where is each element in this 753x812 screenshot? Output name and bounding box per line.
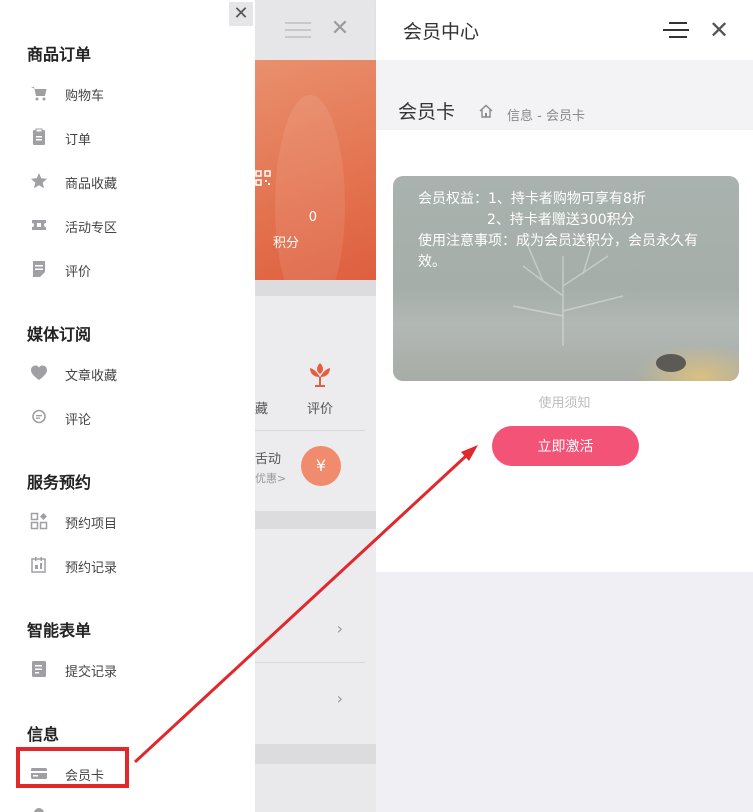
section-title-forms: 智能表单 [27, 621, 92, 640]
sidebar-item-activities[interactable]: 活动专区 [28, 214, 228, 238]
sidebar-item-label: 预约项目 [65, 517, 118, 532]
sidebar-item-partial[interactable] [28, 804, 228, 812]
sidebar-item-label: 预约记录 [65, 561, 118, 576]
sidebar-item-label: 评价 [65, 265, 92, 280]
section-title-info: 信息 [27, 725, 60, 744]
qr-code-icon[interactable] [255, 170, 271, 190]
sidebar-item-booking-records[interactable]: 预约记录 [28, 554, 228, 578]
item-icon [30, 806, 48, 812]
sidebar-item-label: 活动专区 [65, 221, 118, 236]
coupon-icon[interactable]: ¥ [301, 446, 341, 486]
activity-subtitle[interactable]: 优惠> [255, 470, 286, 486]
sidebar-item-booking-projects[interactable]: 预约项目 [28, 510, 228, 534]
sidebar-item-submissions[interactable]: 提交记录 [28, 658, 228, 682]
points-label: 积分 [272, 236, 299, 251]
ticket-icon [30, 216, 48, 234]
section-gap [255, 744, 376, 764]
sidebar-item-label: 购物车 [65, 89, 105, 104]
member-shortcuts: 藏 评价 舌动 优惠> ¥ [255, 296, 376, 511]
sidebar-item-label: 提交记录 [65, 665, 118, 680]
card-benefits-text: 会员权益：1、持卡者购物可享有8折 2、持卡者赠送300积分 使用注意事项：成为… [418, 189, 698, 273]
section-gap [255, 511, 376, 529]
sidebar-item-label: 商品收藏 [65, 177, 118, 192]
section-gap [255, 280, 376, 296]
benefit-line: 2、持卡者赠送300积分 [487, 212, 635, 228]
rate-shortcut-label[interactable]: 评价 [307, 398, 333, 417]
side-drawer: ✕ 商品订单 购物车 订单 商品收藏 活动专区 评价 媒体订阅 文章收藏 评论 … [0, 0, 255, 812]
list-item[interactable]: › [255, 593, 365, 663]
member-page-background: ✕ 0 积分 藏 评价 舌动 优惠> ¥ › › [255, 0, 376, 812]
close-icon[interactable]: ✕ [229, 2, 253, 26]
menu-icon[interactable] [285, 22, 311, 38]
home-icon[interactable] [478, 103, 494, 119]
screen: ✕ 0 积分 藏 评价 舌动 优惠> ¥ › › 会员中心 ✕ 会员卡 信息 -… [0, 0, 753, 812]
section-title-media: 媒体订阅 [27, 325, 92, 344]
card-decoration-object [656, 354, 686, 372]
close-icon[interactable]: ✕ [707, 18, 731, 42]
breadcrumb-bar: 会员卡 信息 - 会员卡 [376, 60, 753, 130]
breadcrumb[interactable]: 信息 - 会员卡 [507, 105, 585, 124]
shortcut-label-partial[interactable]: 藏 [255, 398, 268, 417]
sidebar-item-comments[interactable]: 评论 [28, 406, 228, 430]
sidebar-item-cart[interactable]: 购物车 [28, 82, 228, 106]
activate-button[interactable]: 立即激活 [492, 426, 639, 466]
sidebar-item-favorites[interactable]: 商品收藏 [28, 170, 228, 194]
activity-title[interactable]: 舌动 [255, 448, 281, 467]
apps-icon [30, 512, 48, 530]
cart-icon [30, 84, 48, 102]
highlight-box [16, 747, 129, 788]
comment-icon [30, 408, 48, 426]
document-icon [30, 260, 48, 278]
star-icon [30, 172, 48, 190]
usage-notice-link[interactable]: 使用须知 [376, 392, 753, 411]
member-card: 会员权益：1、持卡者购物可享有8折 2、持卡者赠送300积分 使用注意事项：成为… [393, 176, 739, 381]
member-menu-list: › › [255, 529, 376, 744]
sidebar-item-label: 评论 [65, 413, 92, 428]
sidebar-item-article-favorites[interactable]: 文章收藏 [28, 362, 228, 386]
benefit-line: 会员权益：1、持卡者购物可享有8折 [418, 191, 646, 207]
section-title-booking: 服务预约 [27, 473, 92, 492]
header-title: 会员中心 [403, 21, 480, 43]
notice-line: 效。 [418, 254, 446, 270]
points-value: 0 [308, 210, 317, 225]
page-title: 会员卡 [398, 101, 456, 123]
panel-header: 会员中心 ✕ [376, 0, 753, 60]
notice-line: 使用注意事项：成为会员送积分，会员永久有 [418, 233, 698, 249]
menu-icon[interactable] [663, 21, 689, 39]
heart-icon [30, 364, 48, 382]
sidebar-item-reviews[interactable]: 评价 [28, 258, 228, 282]
member-page-header: ✕ [255, 0, 376, 60]
sidebar-item-label: 文章收藏 [65, 369, 118, 384]
divider [255, 430, 365, 431]
list-item[interactable]: › [255, 663, 365, 733]
member-card-panel: 会员中心 ✕ 会员卡 信息 - 会员卡 会员权益：1、持卡者购物可享有8折 2、… [376, 0, 753, 812]
sidebar-item-label: 订单 [65, 133, 92, 148]
member-card-content: 会员权益：1、持卡者购物可享有8折 2、持卡者赠送300积分 使用注意事项：成为… [376, 130, 753, 572]
chevron-right-icon: › [336, 619, 343, 638]
member-banner: 0 积分 [255, 60, 376, 315]
close-icon[interactable]: ✕ [329, 18, 351, 40]
section-title-orders: 商品订单 [27, 45, 92, 64]
flower-icon[interactable] [305, 359, 335, 389]
chevron-right-icon: › [336, 689, 343, 708]
form-icon [30, 660, 48, 678]
calendar-icon [30, 556, 48, 574]
clipboard-icon [30, 128, 48, 146]
sidebar-item-orders[interactable]: 订单 [28, 126, 228, 150]
